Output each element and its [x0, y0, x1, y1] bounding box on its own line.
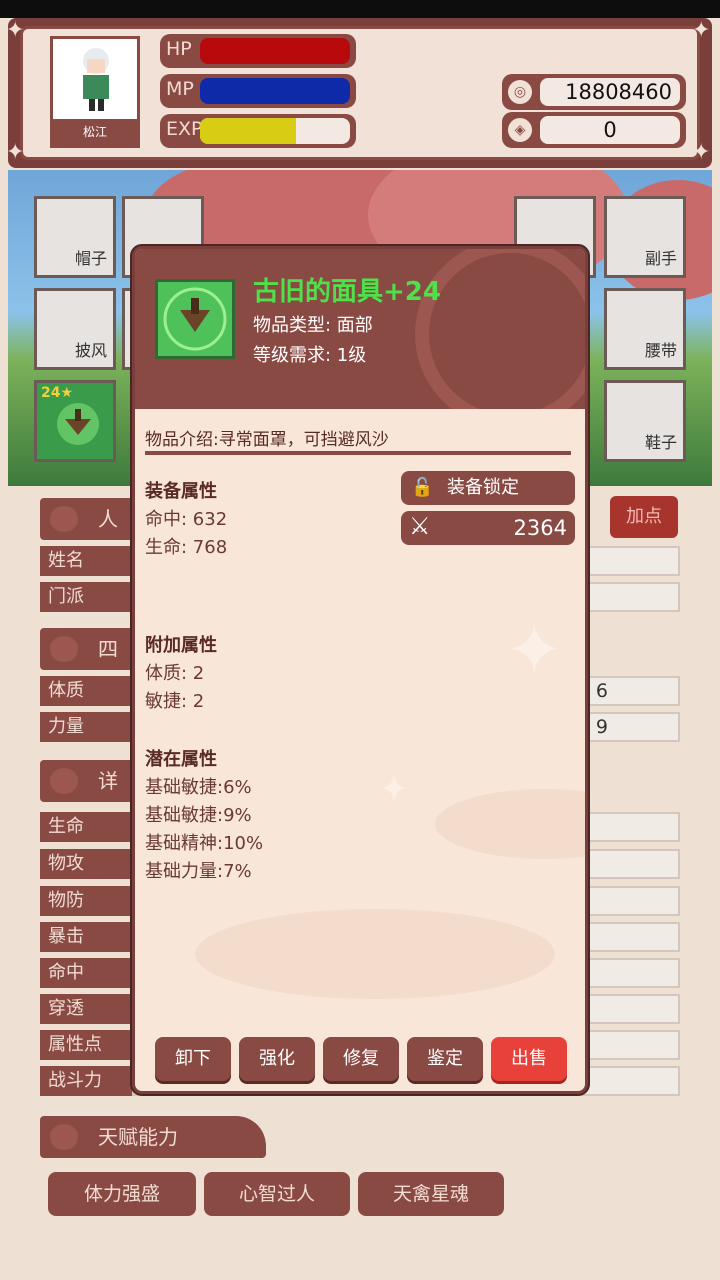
equip-attr: 命中: 632: [145, 509, 228, 530]
row-label-name: 姓名: [40, 546, 132, 576]
sparkle-icon: ✦: [692, 140, 711, 165]
extra-attr-title: 附加属性: [145, 635, 217, 656]
row-label-power: 战斗力: [40, 1066, 132, 1096]
coin-counter: ◎ 18808460: [502, 74, 686, 110]
gem-counter: ◈ 0: [502, 112, 686, 148]
gem-value: 0: [540, 116, 680, 144]
talent-button[interactable]: 体力强盛: [48, 1172, 196, 1216]
latent-attr-title: 潜在属性: [145, 749, 217, 770]
latent-attr: 基础敏捷:9%: [145, 805, 252, 826]
item-icon: [155, 279, 235, 359]
extra-attr: 体质: 2: [145, 663, 205, 684]
mask-icon: [57, 403, 99, 445]
item-name: 古旧的面具+24: [253, 277, 441, 307]
add-points-button[interactable]: 加点: [610, 496, 678, 538]
slot-offhand-label: 副手: [644, 249, 677, 268]
row-label-strength: 力量: [40, 712, 132, 742]
sparkle-icon: ✦: [6, 18, 25, 43]
enhance-button[interactable]: 强化: [239, 1037, 315, 1081]
coin-value: 18808460: [540, 78, 680, 106]
equip-attr-title: 装备属性: [145, 481, 217, 502]
avatar[interactable]: 松江: [50, 36, 140, 148]
row-label-life: 生命: [40, 812, 132, 842]
mask-icon: [163, 287, 227, 351]
slot-face[interactable]: 24★: [34, 380, 116, 462]
latent-attr: 基础精神:10%: [145, 833, 264, 854]
item-detail-modal: 古旧的面具+24 物品类型: 面部 等级需求: 1级 ✦ ✦ 物品介绍:寻常面罩…: [132, 246, 588, 1094]
sparkle-icon: ✦: [379, 769, 410, 810]
sell-button[interactable]: 出售: [491, 1037, 567, 1081]
status-strip: [0, 0, 720, 18]
latent-attr: 基础敏捷:6%: [145, 777, 252, 798]
slot-hat-label: 帽子: [74, 249, 107, 268]
divider: [145, 451, 571, 455]
latent-attr: 基础力量:7%: [145, 861, 252, 882]
lock-label: 装备锁定: [447, 477, 519, 498]
hp-label: HP: [166, 38, 192, 60]
exp-label: EXP: [166, 118, 203, 140]
slot-shoes-label: 鞋子: [644, 433, 677, 452]
lock-icon: 🔓: [411, 477, 434, 498]
sparkle-icon: ✦: [692, 18, 711, 43]
row-label-attr-points: 属性点: [40, 1030, 132, 1060]
unequip-button[interactable]: 卸下: [155, 1037, 231, 1081]
slot-belt[interactable]: 腰带: [604, 288, 686, 370]
item-description: 物品介绍:寻常面罩，可挡避风沙: [145, 430, 389, 450]
character-portrait-icon: [83, 48, 109, 111]
mp-label: MP: [166, 78, 194, 100]
row-label-constitution: 体质: [40, 676, 132, 706]
slot-cloak-label: 披风: [74, 341, 107, 360]
talents-title: 天赋能力: [98, 1125, 178, 1149]
equip-attr: 生命: 768: [145, 537, 228, 558]
item-type: 物品类型: 面部: [253, 315, 373, 336]
rose-icon: [50, 636, 78, 662]
sparkle-icon: ✦: [505, 609, 564, 691]
row-label-crit: 暴击: [40, 922, 132, 952]
item-header: 古旧的面具+24 物品类型: 面部 等级需求: 1级: [135, 249, 585, 409]
item-level-badge: 24★: [41, 385, 74, 401]
talent-button[interactable]: 天禽星魂: [358, 1172, 504, 1216]
sparkle-icon: ✦: [6, 140, 25, 165]
rose-icon: [50, 1124, 78, 1150]
slot-hat[interactable]: 帽子: [34, 196, 116, 278]
rose-icon: [50, 768, 78, 794]
row-label-sect: 门派: [40, 582, 132, 612]
lock-equipment-button[interactable]: 🔓 装备锁定: [401, 471, 575, 505]
slot-belt-label: 腰带: [644, 341, 677, 360]
item-level-req: 等级需求: 1级: [253, 345, 367, 366]
slot-cloak[interactable]: 披风: [34, 288, 116, 370]
character-name: 松江: [53, 119, 137, 145]
identify-button[interactable]: 鉴定: [407, 1037, 483, 1081]
rose-icon: [50, 506, 78, 532]
slot-offhand[interactable]: 副手: [604, 196, 686, 278]
mp-bar: MP: [160, 74, 356, 108]
gem-icon: ◈: [508, 118, 532, 142]
repair-button[interactable]: 修复: [323, 1037, 399, 1081]
coin-icon: ◎: [508, 80, 532, 104]
combat-power-value: 2364: [513, 516, 567, 540]
row-label-pierce: 穿透: [40, 994, 132, 1024]
section-talents: 天赋能力: [40, 1116, 266, 1158]
slot-shoes[interactable]: 鞋子: [604, 380, 686, 462]
row-label-hit: 命中: [40, 958, 132, 988]
combat-power-badge: ⚔ 2364: [401, 511, 575, 545]
crossed-swords-icon: ⚔: [409, 512, 431, 540]
talent-button[interactable]: 心智过人: [204, 1172, 350, 1216]
row-label-phys-atk: 物攻: [40, 849, 132, 879]
hp-bar: HP: [160, 34, 356, 68]
row-label-phys-def: 物防: [40, 886, 132, 916]
exp-bar: EXP: [160, 114, 356, 148]
game-screen: ✦ ✦ ✦ ✦ 松江 HP MP EXP ◎ 18808460 ◈ 0 帽子 披…: [0, 0, 720, 1280]
extra-attr: 敏捷: 2: [145, 691, 205, 712]
